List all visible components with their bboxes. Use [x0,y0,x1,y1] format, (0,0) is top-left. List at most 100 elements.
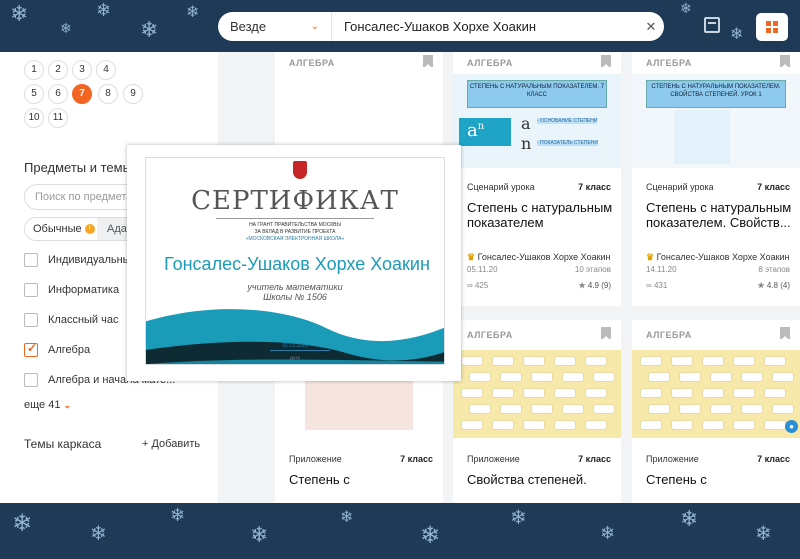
certificate-subtitle: НА ГРАНТ ПРАВИТЕЛЬСТВА МОСКВЫ ЗА ВКЛАД В… [206,222,384,243]
card-title[interactable]: Степень с натуральным показателем [467,200,613,230]
thumb-title: СТЕПЕНЬ С НАТУРАЛЬНЫМ ПОКАЗАТЕЛЕМ. 7 КЛА… [467,80,607,108]
show-more-label: еще 41 [24,399,61,411]
grade-7-button[interactable]: 7 [72,84,92,104]
grade-2-button[interactable]: 2 [48,60,68,80]
certificate-title: СЕРТИФИКАТ [191,186,399,216]
puzzle-piece [492,356,514,366]
bookmark-icon[interactable] [780,327,790,339]
subject-label: Алгебра [48,344,91,356]
subject-checkbox[interactable] [24,253,38,267]
grade-6-button[interactable]: 6 [48,84,68,104]
thumb-letter: a [467,120,478,141]
puzzle-piece [593,404,615,414]
card-title[interactable]: Степень с [646,472,792,487]
bookmark-icon[interactable] [601,327,611,339]
certificate-subtitle-2: ЗА ВКЛАД В РАЗВИТИЕ ПРОЕКТА [254,229,336,235]
puzzle-piece [679,404,701,414]
certificate-date: 31.12.2020 [282,343,308,349]
card-grade: 7 класс [578,454,611,464]
puzzle-piece [702,420,724,430]
subject-checkbox[interactable] [24,313,38,327]
puzzle-piece [764,356,786,366]
card-author[interactable]: ♛ Гонсалес-Ушаков Хорхе Хоакин [467,252,617,263]
rating-value: 4.8 (4) [766,281,790,290]
grade-3-button[interactable]: 3 [72,60,92,80]
card-type: Сценарий урока [467,182,535,192]
show-more-link[interactable]: еще 41 ⌄ [24,399,71,411]
card-date: 14.11.20 [646,265,677,274]
puzzle-piece [562,404,584,414]
snowflake-icon: ❄ [140,18,159,43]
snowflake-icon: ❄ [340,507,354,526]
grade-1-button[interactable]: 1 [24,60,44,80]
puzzle-piece [671,420,693,430]
subject-checkbox[interactable] [24,283,38,297]
puzzle-piece [671,356,693,366]
subject-checkbox[interactable]: ✓ [24,341,38,357]
card-thumbnail [632,350,800,438]
material-card[interactable]: АЛГЕБРА Приложение 7 класс Свойства степ… [453,320,621,503]
card-type: Приложение [289,454,342,464]
card-title[interactable]: Степень с [289,472,435,487]
puzzle-piece [461,356,483,366]
grade-9-button[interactable]: 9 [123,84,143,104]
grade-10-button[interactable]: 10 [24,108,44,128]
puzzle-piece [702,388,724,398]
puzzle-piece [523,388,545,398]
snowflake-icon: ❄ [186,2,200,21]
search-input[interactable]: Гонсалес-Ушаков Хорхе Хоакин [332,19,638,34]
puzzle-piece [500,404,522,414]
frames-title: Темы каркаса [24,437,102,451]
subjects-title: Предметы и темы [24,160,132,175]
calendar-icon[interactable] [704,17,720,33]
chat-icon[interactable]: ● [785,420,798,433]
bookmark-icon[interactable] [601,55,611,67]
puzzle-piece [531,404,553,414]
card-title[interactable]: Свойства степеней. [467,472,613,487]
card-thumbnail: СТЕПЕНЬ С НАТУРАЛЬНЫМ ПОКАЗАТЕЛЕМ. СВОЙС… [632,74,800,168]
puzzle-piece [585,356,607,366]
grade-8-button[interactable]: 8 [98,84,118,104]
puzzle-piece [679,372,701,382]
thumb-formula-block [674,110,730,164]
divider [216,218,374,219]
puzzle-piece [469,404,491,414]
tab-normal[interactable]: Обычные! [25,218,97,240]
card-subject-tag: АЛГЕБРА [289,58,335,68]
puzzle-piece [531,372,553,382]
snowflake-icon: ❄ [96,0,112,21]
subject-checkbox[interactable] [24,373,38,387]
thumb-letter-a: a [521,114,531,133]
subject-label: Индивидуальный [48,254,137,266]
views-icon: ∞ [467,281,475,290]
puzzle-piece [741,404,763,414]
puzzle-piece [469,372,491,382]
close-icon[interactable]: ✕ [638,19,664,35]
puzzle-piece [702,356,724,366]
views-count: 425 [474,281,489,290]
card-grade: 7 класс [757,454,790,464]
card-title[interactable]: Степень с натуральным показателем. Свойс… [646,200,792,230]
add-frame-button[interactable]: + Добавить [142,438,200,450]
material-card[interactable]: АЛГЕБРА СТЕПЕНЬ С НАТУРАЛЬНЫМ ПОКАЗАТЕЛЕ… [453,52,621,306]
bookmark-icon[interactable] [423,55,433,67]
card-views: ∞ 431 [646,281,667,290]
puzzle-piece [710,372,732,382]
card-type: Приложение [467,454,520,464]
grade-5-button[interactable]: 5 [24,84,44,104]
certificate-popup[interactable]: СЕРТИФИКАТ НА ГРАНТ ПРАВИТЕЛЬСТВА МОСКВЫ… [127,145,461,381]
card-meta: 05.11.20 10 этапов [467,265,611,274]
author-icon: ♛ [467,252,476,262]
material-card[interactable]: АЛГЕБРА Приложение 7 класс Степень с [632,320,800,503]
grade-11-button[interactable]: 11 [48,108,68,128]
grid-view-button[interactable] [756,13,788,41]
search-scope-select[interactable]: Везде ⌄ [218,12,332,41]
puzzle-piece [772,404,794,414]
grade-4-button[interactable]: 4 [96,60,116,80]
card-author[interactable]: ♛ Гонсалес-Ушаков Хорхе Хоакин [646,252,796,263]
bookmark-icon[interactable] [780,55,790,67]
material-card[interactable]: АЛГЕБРА СТЕПЕНЬ С НАТУРАЛЬНЫМ ПОКАЗАТЕЛЕ… [632,52,800,306]
card-subject-tag: АЛГЕБРА [467,330,513,340]
card-stages: 10 этапов [574,265,611,274]
card-grade: 7 класс [578,182,611,192]
